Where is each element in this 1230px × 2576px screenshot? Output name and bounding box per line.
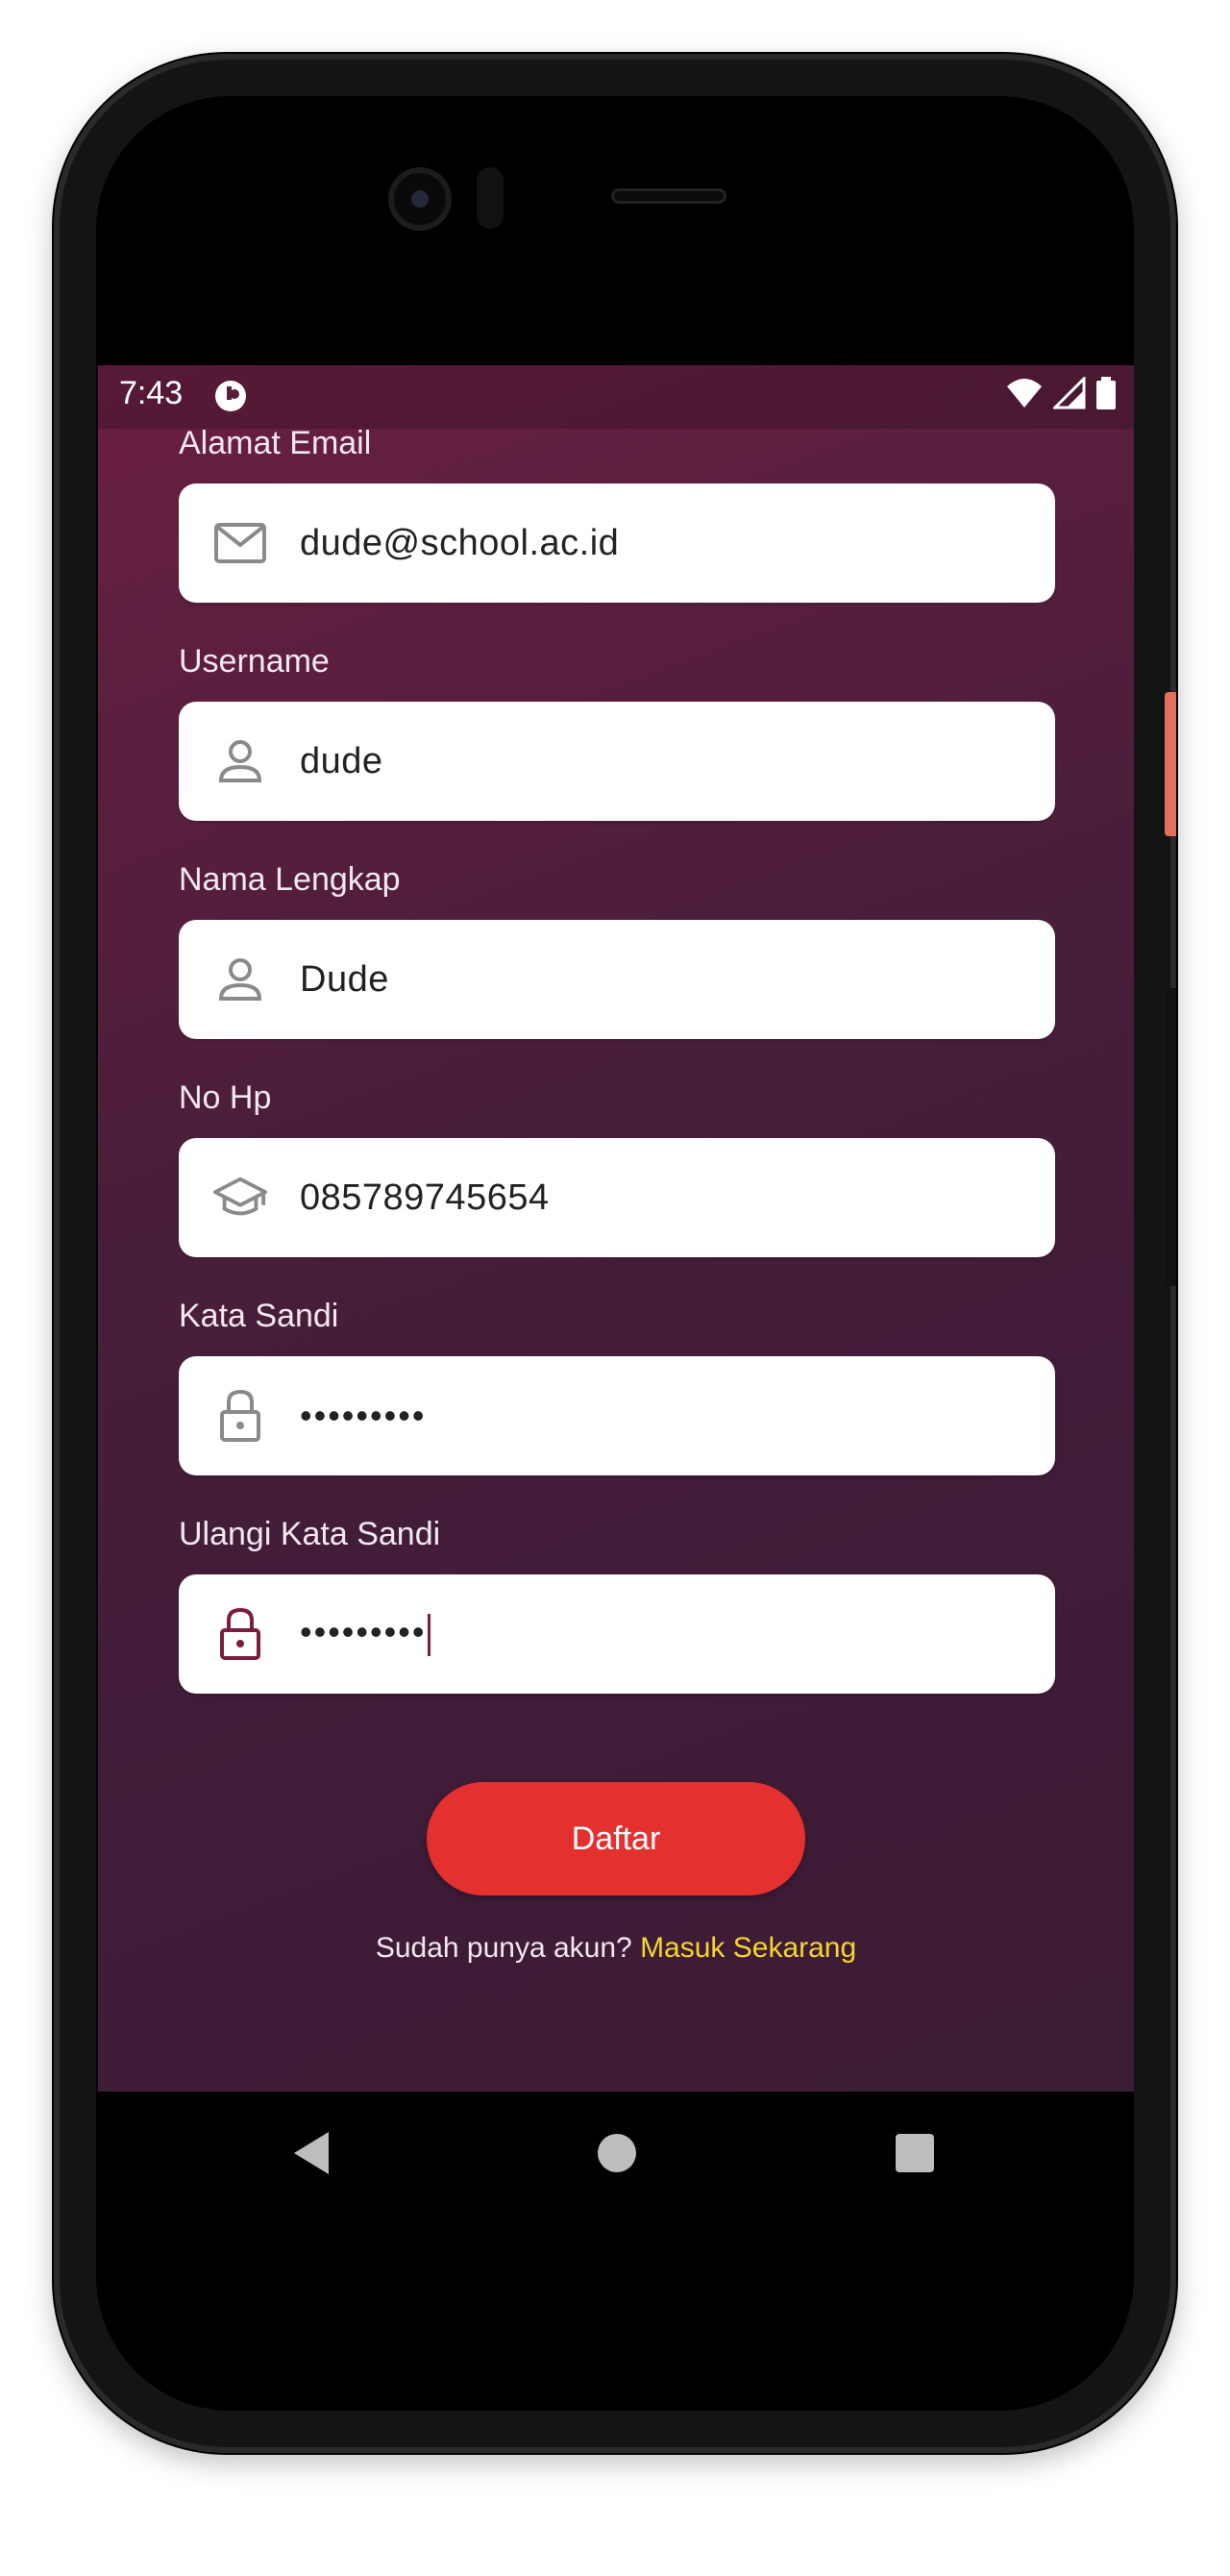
lock-icon — [213, 1607, 267, 1661]
app-notification-icon — [215, 381, 246, 411]
lock-icon — [213, 1389, 267, 1443]
volume-button — [1165, 988, 1176, 1286]
fullname-field[interactable]: Dude — [179, 920, 1055, 1039]
email-value: dude@school.ac.id — [300, 522, 620, 563]
graduation-cap-icon — [213, 1171, 267, 1225]
power-button — [1165, 692, 1176, 836]
register-button[interactable]: Daftar — [427, 1782, 805, 1895]
home-icon[interactable] — [598, 2134, 636, 2172]
person-icon — [213, 953, 267, 1006]
login-prompt-text: Sudah punya akun? — [375, 1932, 632, 1964]
phone-value: 085789745654 — [300, 1177, 550, 1218]
phone-label: No Hp — [179, 1079, 272, 1116]
password-confirm-field[interactable]: ••••••••• — [179, 1574, 1055, 1694]
password-label: Kata Sandi — [179, 1298, 339, 1334]
password-confirm-text: ••••••••• — [300, 1612, 427, 1652]
status-bar: 7:43 — [98, 365, 1134, 429]
fullname-label: Nama Lengkap — [179, 861, 401, 898]
password-confirm-value: ••••••••• — [300, 1612, 431, 1656]
username-value: dude — [300, 740, 383, 781]
phone-field[interactable]: 085789745654 — [179, 1138, 1055, 1257]
proximity-sensor — [477, 167, 504, 229]
fullname-value: Dude — [300, 958, 389, 1000]
login-prompt-line: Sudah punya akun? Masuk Sekarang — [98, 1932, 1134, 1965]
recent-apps-icon[interactable] — [896, 2134, 934, 2172]
register-form: Alamat Email dude@school.ac.id Username … — [179, 425, 1055, 1734]
person-icon — [213, 734, 267, 788]
battery-icon — [1096, 377, 1116, 409]
email-field[interactable]: dude@school.ac.id — [179, 483, 1055, 603]
login-link[interactable]: Masuk Sekarang — [640, 1932, 856, 1964]
password-confirm-label: Ulangi Kata Sandi — [179, 1516, 441, 1552]
wifi-icon — [1007, 379, 1042, 408]
email-label: Alamat Email — [179, 425, 372, 461]
navigation-bar — [98, 2092, 1134, 2226]
password-value: ••••••••• — [300, 1396, 427, 1435]
username-field[interactable]: dude — [179, 702, 1055, 821]
password-field[interactable]: ••••••••• — [179, 1356, 1055, 1475]
signal-icon — [1053, 377, 1086, 409]
front-camera — [388, 167, 452, 231]
username-label: Username — [179, 643, 330, 680]
mail-icon — [213, 516, 267, 570]
status-time: 7:43 — [119, 375, 184, 411]
back-icon[interactable] — [290, 2128, 332, 2178]
earpiece-speaker — [611, 188, 726, 204]
app-screen: 7:43 Alamat Email dude@school.ac.id User… — [98, 365, 1134, 2092]
status-icons — [1005, 377, 1117, 409]
text-cursor — [428, 1613, 431, 1656]
